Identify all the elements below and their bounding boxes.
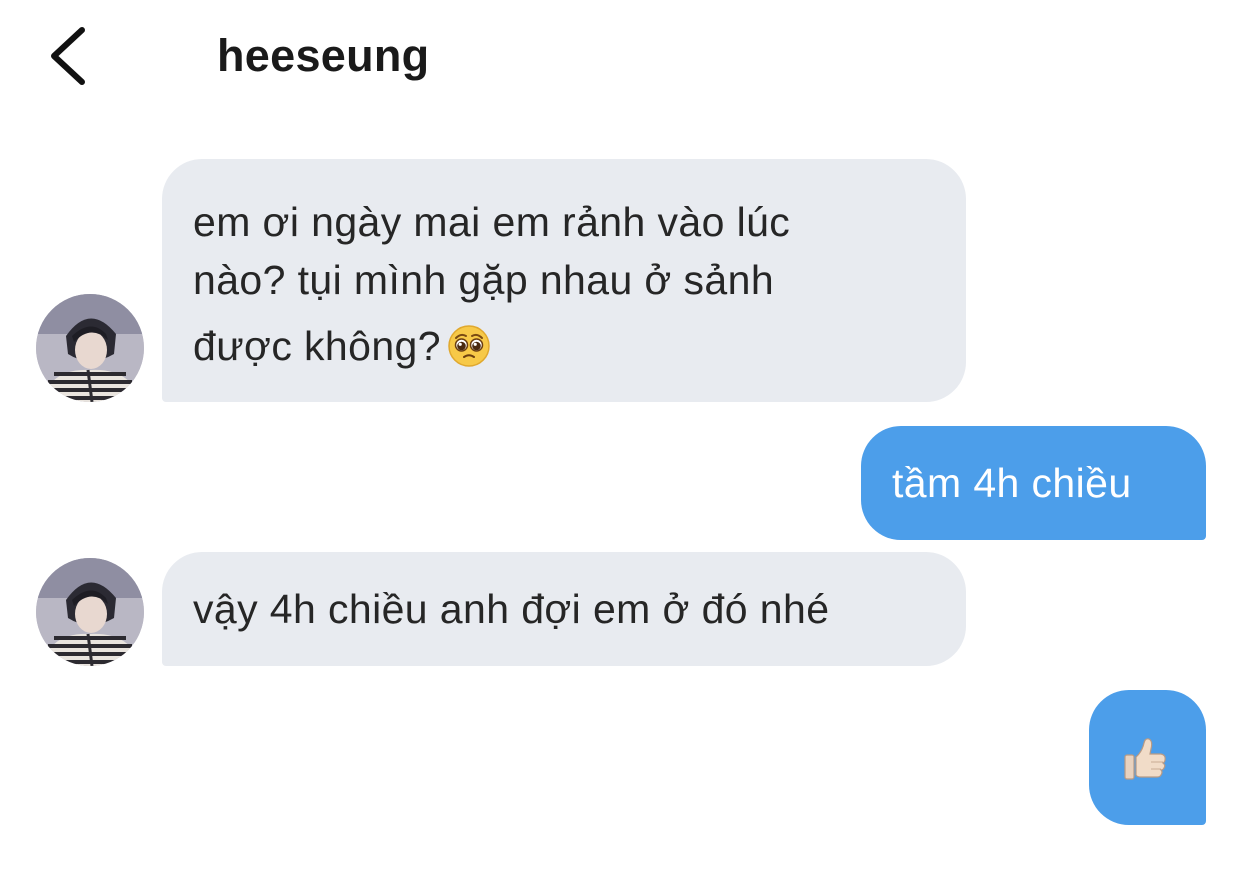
message-bubble-incoming[interactable]: em ơi ngày mai em rảnh vào lúc nào? tụi … (162, 159, 966, 402)
message-text: vậy 4h chiều anh đợi em ở đó nhé (193, 586, 830, 632)
message-bubble-outgoing[interactable] (1089, 690, 1206, 825)
message-text: tầm 4h chiều (892, 460, 1132, 506)
message-bubble-outgoing[interactable]: tầm 4h chiều (861, 426, 1206, 540)
pleading-face-icon (448, 325, 490, 367)
thumbs-up-icon (1124, 738, 1166, 780)
message-line: nào? tụi mình gặp nhau ở sảnh (193, 257, 775, 303)
avatar[interactable] (36, 294, 144, 402)
chat-title: heeseung (217, 30, 430, 81)
message-line: được không? (193, 323, 441, 369)
avatar[interactable] (36, 558, 144, 666)
chevron-left-icon (51, 27, 85, 85)
message-line: em ơi ngày mai em rảnh vào lúc (193, 199, 791, 245)
back-button[interactable] (44, 24, 90, 88)
message-bubble-incoming[interactable]: vậy 4h chiều anh đợi em ở đó nhé (162, 552, 966, 666)
